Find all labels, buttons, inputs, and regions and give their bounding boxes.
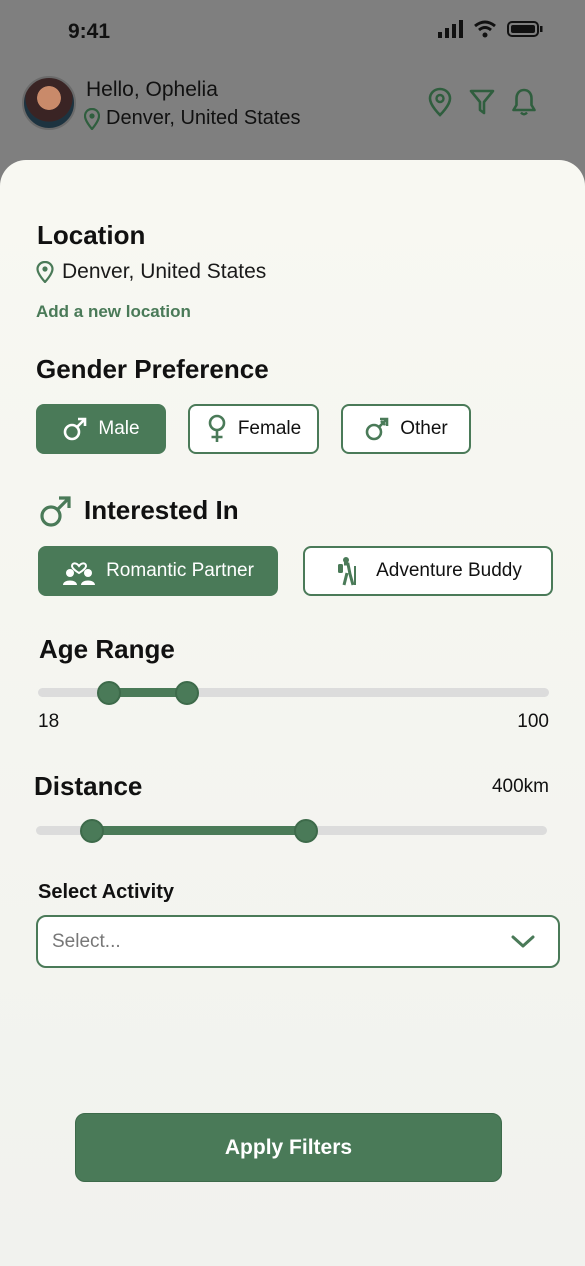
gender-option-label: Male: [98, 418, 140, 439]
hiker-icon: [338, 557, 357, 586]
age-max-thumb[interactable]: [174, 681, 199, 705]
activity-select[interactable]: Select...: [36, 915, 560, 968]
interest-option-romantic[interactable]: Romantic Partner: [38, 546, 278, 596]
location-title: Location: [37, 220, 146, 250]
apply-filters-label: Apply Filters: [224, 1135, 353, 1159]
wifi-icon: [474, 20, 496, 38]
header: Hello, Ophelia Denver, United States: [0, 70, 585, 140]
activity-title: Select Activity: [38, 881, 174, 903]
age-max-label: 100: [517, 711, 549, 732]
current-location-text: Denver, United States: [62, 260, 267, 283]
current-location: Denver, United States: [36, 260, 266, 284]
age-range-title: Age Range: [39, 634, 175, 664]
location-pin-icon: [84, 107, 100, 130]
chevron-down-icon: [511, 935, 535, 948]
activity-placeholder: Select...: [52, 930, 121, 952]
female-icon: [208, 414, 226, 442]
male-icon: [40, 496, 71, 527]
filter-sheet: Location Denver, United States Add a new…: [0, 160, 585, 1266]
location-button[interactable]: [425, 86, 455, 118]
battery-icon: [507, 21, 543, 37]
distance-max-thumb[interactable]: [294, 819, 319, 843]
gender-option-other[interactable]: Other: [341, 404, 471, 454]
filter-icon: [469, 89, 495, 115]
distance-value: 400km: [491, 776, 549, 797]
age-min-thumb[interactable]: [97, 681, 122, 705]
signal-icon: [438, 20, 463, 38]
age-min-label: 18: [38, 711, 60, 732]
distance-slider-fill: [91, 826, 307, 835]
gender-option-label: Other: [400, 418, 448, 439]
notifications-button[interactable]: [509, 86, 539, 118]
status-icons: [437, 20, 543, 38]
gender-option-female[interactable]: Female: [188, 404, 319, 454]
location-pin-icon: [36, 261, 54, 283]
distance-min-thumb[interactable]: [79, 819, 104, 843]
interest-option-adventure[interactable]: Adventure Buddy: [303, 546, 553, 596]
header-location: Denver, United States: [84, 107, 301, 130]
location-pin-icon: [428, 87, 452, 117]
interest-option-label: Adventure Buddy: [376, 560, 522, 581]
bell-icon: [512, 88, 536, 116]
status-time: 9:41: [68, 20, 111, 43]
gender-option-label: Female: [237, 418, 302, 439]
header-actions: [425, 86, 539, 118]
distance-title: Distance: [34, 771, 143, 801]
avatar[interactable]: [22, 76, 76, 130]
status-bar: 9:41: [0, 0, 585, 64]
gender-option-male[interactable]: Male: [36, 404, 166, 454]
interest-option-label: Romantic Partner: [106, 560, 254, 581]
interested-in-title: Interested In: [84, 495, 239, 525]
couple-heart-icon: [63, 562, 96, 585]
add-location-link[interactable]: Add a new location: [36, 302, 191, 322]
header-location-text: Denver, United States: [106, 107, 301, 129]
gender-other-icon: [365, 417, 389, 441]
male-icon: [64, 417, 87, 441]
gender-title: Gender Preference: [36, 354, 269, 384]
apply-filters-button[interactable]: Apply Filters: [75, 1113, 502, 1182]
greeting: Hello, Ophelia: [86, 78, 218, 101]
filter-button[interactable]: [467, 86, 497, 118]
